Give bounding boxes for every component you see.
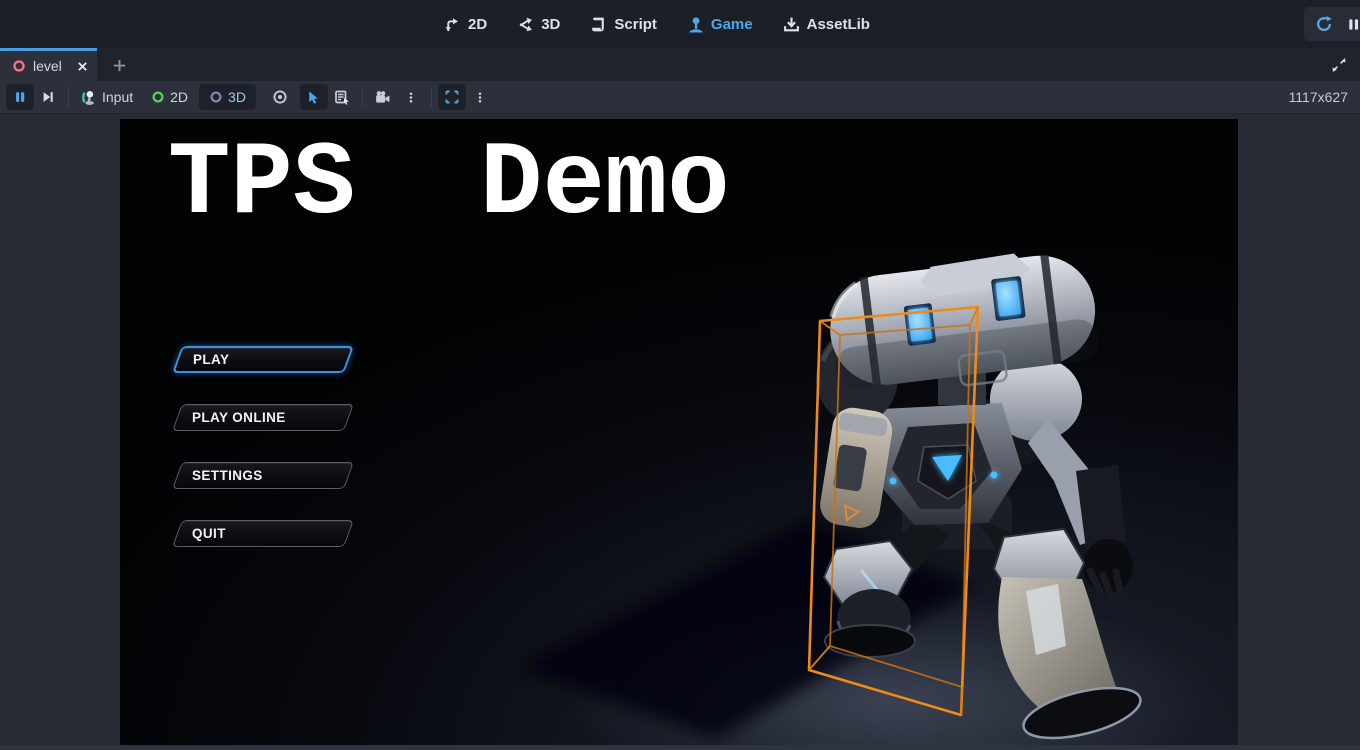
robot-shadow (518, 519, 974, 739)
bottom-panel-edge (0, 745, 1360, 750)
workspace-tab-3d[interactable]: 3D (517, 16, 560, 33)
robot-head (823, 245, 1102, 401)
playback-controls (1304, 7, 1360, 41)
workspace-tab-label: Script (614, 16, 657, 33)
toolbar-separator (431, 87, 432, 107)
camera-movie-button[interactable] (369, 84, 397, 110)
view-2d-label: 2D (170, 89, 188, 105)
next-frame-button[interactable] (34, 84, 62, 110)
workspace-tab-label: Game (711, 16, 753, 33)
scene-tab-level[interactable]: level (0, 48, 97, 81)
selection-box-gizmo (809, 307, 978, 715)
assetlib-download-icon (783, 16, 800, 33)
pause-game-icon[interactable] (1346, 17, 1360, 32)
game-joystick-icon (687, 16, 704, 33)
workspace-2d-icon (444, 16, 461, 33)
settings-button-label: SETTINGS (178, 468, 263, 483)
expand-viewport-icon[interactable] (1326, 52, 1352, 78)
input-joystick-icon (80, 89, 97, 106)
quit-button[interactable]: QUIT (172, 520, 354, 547)
scene-circle-icon (12, 59, 26, 73)
scene-tab-label: level (33, 58, 69, 74)
embed-game-button[interactable] (438, 84, 466, 110)
play-button-label: PLAY (179, 352, 229, 367)
workspace-tab-assetlib[interactable]: AssetLib (783, 16, 870, 33)
radio-2d-icon (151, 90, 165, 104)
scene-tab-bar: level (0, 48, 1360, 81)
godot-editor-window: 2D 3D (0, 0, 1360, 750)
game-toolbar: Input 2D 3D (0, 81, 1360, 114)
settings-button[interactable]: SETTINGS (172, 462, 354, 489)
play-online-button[interactable]: PLAY ONLINE (172, 404, 354, 431)
quit-button-label: QUIT (178, 526, 226, 541)
workspace-tab-2d[interactable]: 2D (444, 16, 487, 33)
select-mode-button[interactable] (300, 84, 328, 110)
select-list-button[interactable] (328, 84, 356, 110)
viewport-resolution-label: 1117x627 (1289, 89, 1360, 105)
view-3d-label: 3D (228, 89, 246, 105)
toolbar-separator (362, 87, 363, 107)
robot-body (816, 245, 1145, 745)
robot-eye-right (995, 280, 1021, 316)
play-online-button-label: PLAY ONLINE (178, 410, 286, 425)
game-viewport[interactable]: TPS Demo PLAY PLAY ONLINE SETTINGS QUIT (120, 119, 1238, 745)
view-2d-toggle[interactable]: 2D (146, 84, 193, 110)
workspace-tab-game[interactable]: Game (687, 16, 753, 33)
embed-options-menu[interactable] (466, 84, 494, 110)
input-mode-dropdown[interactable]: Input (75, 84, 138, 110)
camera-options-menu[interactable] (397, 84, 425, 110)
input-mode-label: Input (102, 89, 133, 105)
robot-eye-left (907, 307, 932, 341)
editor-main-area: TPS Demo PLAY PLAY ONLINE SETTINGS QUIT (0, 114, 1360, 750)
toolbar-separator (68, 87, 69, 107)
workspace-tab-label: 3D (541, 16, 560, 33)
camera-override-button[interactable] (266, 84, 294, 110)
chest-emblem (932, 455, 962, 481)
radio-3d-icon (209, 90, 223, 104)
workspace-tab-label: 2D (468, 16, 487, 33)
editor-top-bar: 2D 3D (0, 0, 1360, 48)
pause-button[interactable] (6, 84, 34, 110)
workspace-tab-script[interactable]: Script (590, 16, 657, 33)
play-button[interactable]: PLAY (172, 346, 354, 373)
workspace-tabs: 2D 3D (444, 16, 870, 33)
game-title: TPS Demo (168, 133, 730, 237)
reload-project-icon[interactable] (1315, 15, 1333, 33)
add-scene-tab-button[interactable] (106, 52, 132, 78)
workspace-3d-icon (517, 16, 534, 33)
view-3d-toggle[interactable]: 3D (199, 84, 256, 110)
workspace-tab-label: AssetLib (807, 16, 870, 33)
close-tab-icon[interactable] (76, 60, 89, 73)
script-icon (590, 16, 607, 33)
